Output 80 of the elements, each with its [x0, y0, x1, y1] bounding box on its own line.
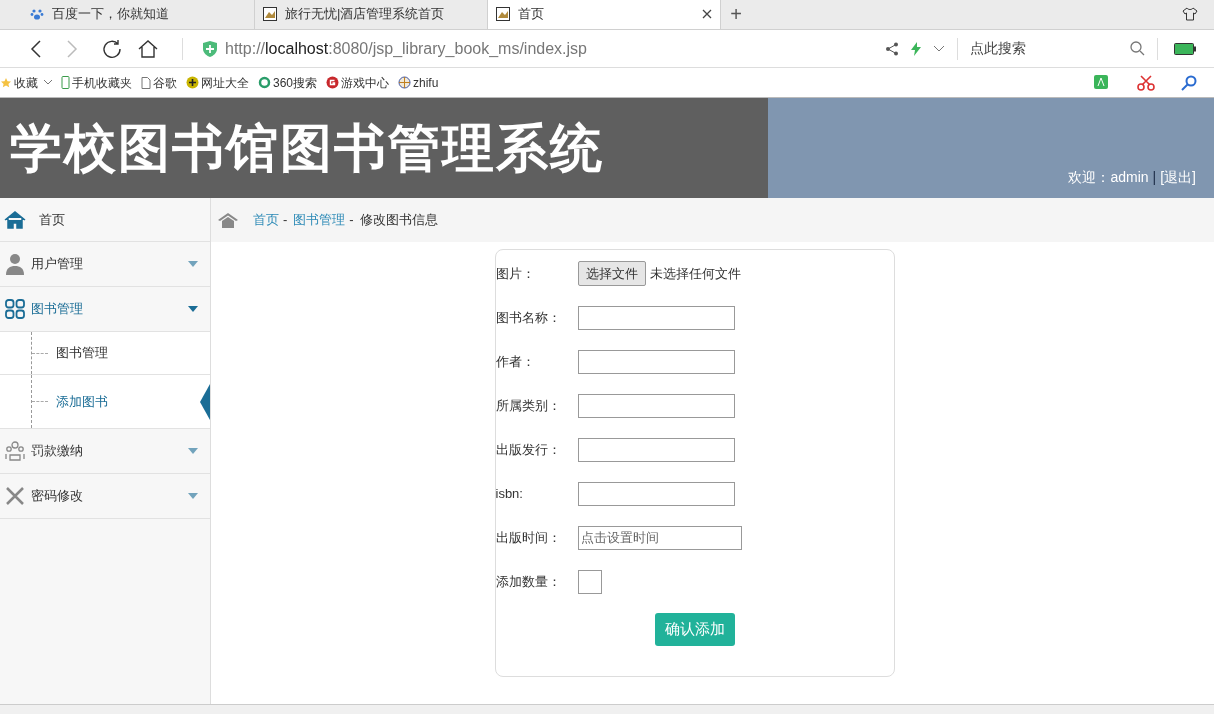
caret-icon [188, 261, 198, 267]
choose-file-button[interactable]: 选择文件 [577, 261, 646, 286]
ring-icon [258, 76, 271, 89]
caret-icon [188, 306, 198, 312]
close-icon[interactable] [702, 9, 712, 19]
search-field[interactable]: 点此搜索 [970, 38, 1130, 59]
bookmark-link[interactable]: 游戏中心 [341, 73, 390, 92]
submenu-item[interactable]: 图书管理 [0, 332, 210, 375]
document-icon [141, 76, 151, 89]
breadcrumb-separator: - [349, 211, 354, 230]
chevron-down-icon [44, 80, 52, 85]
quantity-field[interactable] [577, 569, 602, 594]
chevron-down-icon[interactable] [933, 44, 945, 53]
bookmark-link[interactable]: 收藏 [14, 73, 38, 92]
page-icon [496, 7, 510, 21]
browser-tab[interactable]: 首页 [488, 0, 721, 29]
field-label: 所属类别： [495, 396, 562, 415]
user-icon [5, 253, 25, 275]
site-title: 学校图书馆图书管理系统 [10, 118, 604, 179]
search-icon[interactable] [1130, 41, 1145, 56]
reload-icon[interactable] [102, 38, 122, 59]
paw-icon [30, 7, 44, 21]
home-icon[interactable] [138, 38, 158, 59]
field-label: 出版发行： [495, 440, 562, 459]
sidebar-item[interactable]: 密码修改 [0, 474, 210, 519]
submenu-item[interactable]: 添加图书 [0, 375, 210, 429]
separator-text: | [1152, 168, 1157, 187]
battery-icon[interactable] [1174, 42, 1196, 55]
bookmark-link[interactable]: 谷歌 [153, 73, 177, 92]
field-label: 添加数量： [495, 572, 562, 591]
tab-title: 首页 [518, 5, 545, 24]
star-icon [0, 76, 12, 89]
breadcrumb-link[interactable]: 首页 [253, 210, 279, 230]
field-label: 作者： [495, 352, 536, 371]
input-field[interactable] [577, 305, 735, 330]
field-label: 图片： [495, 264, 536, 283]
breadcrumb-link[interactable]: 图书管理 [293, 210, 346, 230]
magnifier-icon[interactable] [1180, 74, 1198, 91]
breadcrumb-current: 修改图书信息 [359, 211, 438, 230]
bookmark-link[interactable]: zhifu [413, 73, 439, 92]
sidebar-item[interactable]: 罚款缴纳 [0, 429, 210, 474]
tab-title: 百度一下，你就知道 [52, 5, 170, 24]
sidebar-item[interactable]: 首页 [0, 198, 210, 242]
sidebar-item[interactable]: 用户管理 [0, 242, 210, 287]
field-label: 出版时间： [495, 528, 562, 547]
bookmark-link[interactable]: 手机收藏夹 [72, 73, 132, 92]
input-field[interactable] [577, 481, 735, 506]
plus-circle-icon [186, 76, 199, 89]
scissors-icon[interactable] [1137, 74, 1155, 91]
shirt-icon[interactable] [1182, 7, 1198, 21]
breadcrumb-separator: - [283, 211, 288, 230]
page-icon [263, 7, 277, 21]
address-field[interactable]: http://localhost:8080/jsp_library_book_ms/index.jsp [225, 36, 885, 61]
shield-icon [203, 40, 217, 57]
file-status-text: 未选择任何文件 [649, 264, 741, 283]
tab-title: 旅行无忧|酒店管理系统首页 [285, 5, 446, 24]
home-icon [217, 212, 239, 228]
phone-icon [61, 76, 70, 89]
bookmark-link[interactable]: 网址大全 [201, 73, 249, 92]
grid-icon [5, 299, 25, 319]
tools-icon [4, 485, 26, 507]
share-icon[interactable] [885, 41, 899, 56]
active-marker-icon [200, 383, 210, 420]
game-icon [326, 76, 340, 89]
globe-icon [398, 76, 412, 89]
input-field[interactable] [577, 393, 735, 418]
people-icon [4, 441, 26, 461]
new-tab-button[interactable]: + [721, 0, 751, 29]
welcome-text: 欢迎：admin [1068, 168, 1149, 187]
bolt-icon[interactable] [911, 41, 921, 56]
input-field[interactable] [577, 437, 735, 462]
input-field[interactable] [577, 349, 735, 374]
date-field[interactable]: 点击设置时间 [577, 525, 742, 550]
back-icon[interactable] [30, 39, 42, 58]
caret-icon [188, 448, 198, 454]
field-label: isbn: [495, 484, 524, 503]
caret-icon [188, 493, 198, 499]
bookmark-link[interactable]: 360搜索 [273, 73, 318, 92]
field-label: 图书名称： [495, 308, 562, 327]
home-icon [4, 210, 26, 229]
